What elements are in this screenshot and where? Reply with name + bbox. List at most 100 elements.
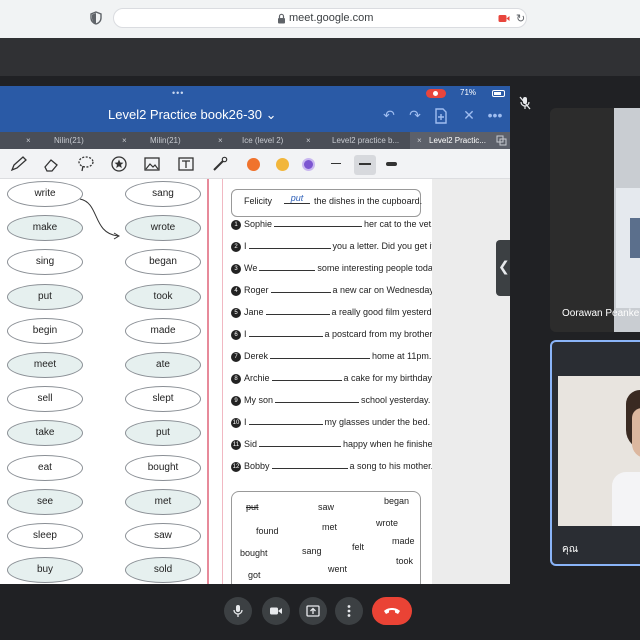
- tab-close-icon[interactable]: ×: [306, 136, 311, 145]
- word-box: put saw began found met wrote bought sang felt ma…: [231, 491, 421, 584]
- video-camera-icon: [270, 607, 282, 615]
- answer-blank[interactable]: [274, 219, 363, 227]
- pen-icon[interactable]: [9, 156, 27, 172]
- answer-blank[interactable]: [248, 241, 331, 249]
- verb-oval-past: saw: [125, 523, 201, 549]
- answer-blank[interactable]: [275, 395, 360, 403]
- participant-tile-1[interactable]: Oorawan Peanke: [550, 108, 640, 332]
- verb-oval-present: see: [7, 488, 83, 515]
- tab-close-icon[interactable]: ×: [26, 136, 31, 145]
- verb-oval-past: took: [125, 283, 201, 310]
- color-orange-swatch[interactable]: [247, 158, 260, 171]
- exercise-sentence: 10 Imy glasses under the bed.: [231, 417, 430, 428]
- redo-icon[interactable]: ↷: [406, 107, 424, 124]
- close-icon[interactable]: ✕: [460, 107, 478, 124]
- answer-blank[interactable]: [270, 285, 331, 293]
- verb-oval-past: slept: [125, 386, 201, 413]
- address-bar[interactable]: meet.google.com ↻: [113, 8, 527, 28]
- word-box-word: got: [248, 570, 261, 580]
- add-page-icon[interactable]: [434, 108, 448, 124]
- tab-close-icon[interactable]: ×: [218, 136, 223, 145]
- color-purple-swatch-selected[interactable]: [302, 158, 315, 171]
- medium-stroke-option[interactable]: [359, 163, 371, 165]
- camera-button[interactable]: [262, 597, 290, 625]
- chevron-left-icon: ❮: [498, 258, 510, 274]
- image-icon[interactable]: [143, 156, 161, 172]
- chevron-down-icon: ⌄: [265, 107, 277, 122]
- word-box-word: made: [392, 536, 415, 546]
- exercise-sentence: 7 Derek home at 11pm.: [231, 351, 431, 362]
- sentence-start: I: [244, 329, 247, 339]
- laser-pointer-icon[interactable]: [211, 156, 229, 172]
- verb-oval-present: meet: [7, 352, 83, 378]
- participant-name: Oorawan Peanke: [562, 308, 640, 319]
- text-tool-icon[interactable]: [177, 156, 195, 172]
- color-yellow-swatch[interactable]: [276, 158, 289, 171]
- sentence-start: Sophie: [244, 219, 273, 229]
- tab-close-icon[interactable]: ×: [122, 136, 127, 145]
- example-answer: put: [284, 193, 310, 204]
- tab-overview-icon[interactable]: [496, 135, 507, 146]
- sentence-number: 8: [231, 373, 241, 384]
- sentence-number: 3: [231, 263, 241, 274]
- more-vert-icon: [347, 605, 351, 617]
- exercise-sentence: 9 My son school yesterday.: [231, 395, 430, 406]
- tab-level2-practice-b[interactable]: × Level2 practice b...: [280, 132, 410, 149]
- leave-call-button[interactable]: [372, 597, 412, 625]
- answer-blank[interactable]: [270, 351, 371, 359]
- undo-icon[interactable]: ↶: [380, 107, 398, 124]
- sentence-start: Derek: [244, 351, 269, 361]
- document-title[interactable]: Level2 Practice book26-30 ⌄: [108, 107, 276, 123]
- call-controls: [0, 584, 640, 640]
- more-icon[interactable]: •••: [486, 107, 504, 123]
- tab-nilin[interactable]: × Nilin(21): [0, 132, 96, 149]
- verb-oval-past: made: [125, 317, 201, 344]
- sentence-end: a really good film yesterday.: [331, 307, 443, 317]
- document-title-bar: Level2 Practice book26-30 ⌄ ↶ ↷ ✕ •••: [0, 100, 510, 132]
- answer-blank[interactable]: [248, 329, 323, 337]
- word-box-word: bought: [240, 548, 268, 558]
- word-box-word: took: [396, 556, 414, 566]
- verb-oval-past: bought: [125, 454, 201, 481]
- answer-blank[interactable]: [271, 461, 348, 469]
- sentence-start: Roger: [244, 285, 269, 295]
- answer-blank[interactable]: [265, 307, 330, 315]
- exercise-sentence: 8 Archie a cake for my birthday.: [231, 373, 434, 384]
- sentence-start: Sid: [244, 439, 258, 449]
- sentence-number: 1: [231, 219, 241, 230]
- sentence-number: 9: [231, 395, 241, 406]
- multitask-dots[interactable]: •••: [172, 88, 184, 98]
- verb-oval-present: write: [7, 181, 83, 207]
- shield-icon[interactable]: [90, 11, 102, 25]
- shapes-icon[interactable]: [110, 156, 128, 172]
- microphone-button[interactable]: [224, 597, 252, 625]
- microphone-icon: [233, 605, 243, 617]
- sentence-end: school yesterday.: [361, 395, 431, 405]
- tab-ice-level-2[interactable]: × Ice (level 2): [190, 132, 283, 149]
- thick-stroke-option[interactable]: [386, 162, 397, 166]
- reload-icon[interactable]: ↻: [516, 12, 525, 25]
- answer-blank[interactable]: [259, 439, 342, 447]
- thin-stroke-option[interactable]: [331, 163, 341, 164]
- self-view-tile[interactable]: คุณ: [550, 340, 640, 566]
- verb-oval-present: put: [7, 283, 83, 310]
- lasso-icon[interactable]: [77, 156, 95, 172]
- eraser-icon[interactable]: [43, 156, 61, 172]
- answer-blank[interactable]: [259, 263, 316, 271]
- verb-oval-present: buy: [7, 557, 83, 584]
- camera-in-use-icon[interactable]: [498, 14, 510, 23]
- tab-close-icon[interactable]: ×: [417, 136, 422, 145]
- answer-blank[interactable]: [271, 373, 342, 381]
- answer-blank[interactable]: [248, 417, 323, 425]
- document-tabs: × Nilin(21) × Milin(21) × Ice (level 2) …: [0, 132, 510, 149]
- sentence-start: Archie: [244, 373, 270, 383]
- present-screen-button[interactable]: [299, 597, 327, 625]
- sentence-start: We: [244, 263, 258, 273]
- word-box-word: went: [328, 564, 348, 574]
- verb-oval-past: wrote: [125, 215, 201, 242]
- tab-milin[interactable]: × Milin(21): [96, 132, 190, 149]
- side-panel-toggle[interactable]: ❮: [496, 240, 510, 296]
- tab-level2-practic-active[interactable]: × Level2 Practic...: [410, 132, 510, 149]
- more-options-button[interactable]: [335, 597, 363, 625]
- sentence-number: 6: [231, 329, 241, 340]
